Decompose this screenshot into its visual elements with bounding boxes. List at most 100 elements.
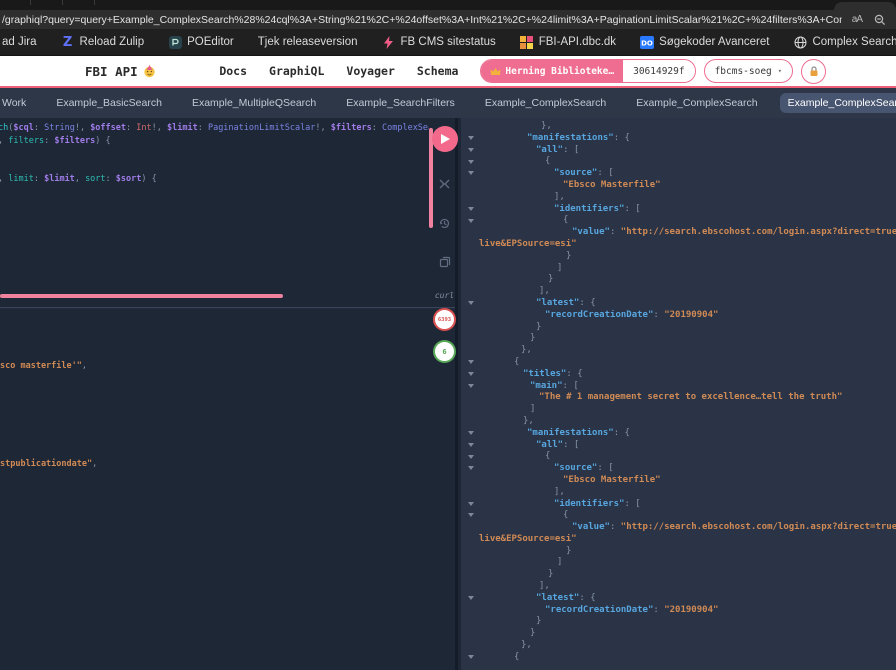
query-tab[interactable]: Work — [0, 93, 34, 113]
curl-label[interactable]: curl — [435, 291, 454, 300]
fold-caret-icon[interactable] — [468, 384, 474, 388]
query-tab[interactable]: Example_BasicSearch — [48, 93, 170, 113]
json-line: { — [461, 215, 896, 227]
json-line: ], — [461, 487, 896, 499]
bookmark-item[interactable]: Tjek releaseversion — [258, 36, 358, 48]
variables-line[interactable]: stpublicationdate", — [0, 459, 97, 469]
profile-pill[interactable]: Herning Biblioteke… 30614929f — [480, 59, 695, 83]
variables-editor[interactable]: sco masterfile'", stpublicationdate", — [0, 307, 429, 670]
bookmark-item[interactable]: POEditor — [168, 35, 234, 49]
fold-caret-icon[interactable] — [468, 502, 474, 506]
fold-caret-icon[interactable] — [468, 655, 474, 659]
nav-item-voyager[interactable]: Voyager — [346, 64, 416, 78]
lock-button[interactable] — [801, 59, 826, 84]
bookmark-item[interactable]: Complex Search do... — [793, 35, 896, 49]
editor-line[interactable]: , limit: $limit, sort: $sort) { — [0, 173, 429, 186]
bookmarks-bar: ad Jira Z Reload Zulip POEditor Tjek release… — [0, 29, 896, 56]
chevron-down-icon: ▾ — [778, 67, 782, 75]
bookmark-item[interactable]: FB CMS sitestatus — [382, 35, 496, 49]
json-line: }, — [461, 345, 896, 357]
browser-tab[interactable] — [834, 2, 896, 10]
json-line: "identifiers": [ — [461, 499, 896, 511]
fold-caret-icon[interactable] — [468, 513, 474, 517]
execute-button[interactable] — [432, 126, 458, 152]
fold-caret-icon[interactable] — [468, 136, 474, 140]
json-line: "recordCreationDate": "20190904" — [461, 605, 896, 617]
bookmark-label: Tjek releaseversion — [258, 36, 358, 48]
fold-caret-icon[interactable] — [468, 219, 474, 223]
json-line: } — [461, 322, 896, 334]
query-tab[interactable]: Example_ComplexSearch× — [780, 93, 896, 113]
json-line: { — [461, 156, 896, 168]
query-tab-label: Example_ComplexSearch — [636, 97, 757, 109]
app-header: FBI API DocsGraphiQLVoyagerSchema Hernin… — [0, 56, 896, 86]
json-line: { — [461, 652, 896, 664]
copy-icon[interactable] — [439, 255, 451, 269]
url-bar[interactable]: /graphiql?query=query+Example_ComplexSea… — [0, 10, 896, 29]
history-icon[interactable] — [438, 216, 451, 230]
fold-caret-icon[interactable] — [468, 596, 474, 600]
json-line: "Ebsco Masterfile" — [461, 180, 896, 192]
bookmark-item[interactable]: ad Jira — [2, 36, 37, 48]
fold-caret-icon[interactable] — [468, 443, 474, 447]
json-line: "value": "http://search.ebscohost.com/lo… — [461, 522, 896, 534]
svg-text:DO: DO — [641, 39, 653, 47]
fold-caret-icon[interactable] — [468, 207, 474, 211]
status-badge-green[interactable]: 6 — [433, 340, 456, 363]
json-line: ], — [461, 192, 896, 204]
fold-caret-icon[interactable] — [468, 455, 474, 459]
merge-icon[interactable] — [438, 177, 451, 191]
json-line: { — [461, 510, 896, 522]
nav-item-docs[interactable]: Docs — [219, 64, 269, 78]
query-tab[interactable]: Example_SearchFilters — [338, 93, 463, 113]
editor-line[interactable] — [0, 160, 429, 173]
json-line: } — [461, 274, 896, 286]
editor-toolbar: curl 6393 6 — [431, 126, 458, 363]
status-badge-red[interactable]: 6393 — [433, 308, 456, 331]
profile-name: Herning Biblioteke… — [505, 66, 614, 77]
results-json[interactable]: },"manifestations": {"all": [{"source": … — [461, 121, 896, 664]
fold-caret-icon[interactable] — [468, 148, 474, 152]
json-line: "Ebsco Masterfile" — [461, 475, 896, 487]
translate-icon[interactable]: aA — [852, 14, 862, 25]
main-area: ch($cql: String!, $offset: Int!, $limit:… — [0, 118, 896, 670]
fold-caret-icon[interactable] — [468, 466, 474, 470]
editor-line[interactable] — [0, 148, 429, 161]
json-line: ], — [461, 581, 896, 593]
nav-item-graphiql[interactable]: GraphiQL — [269, 64, 346, 78]
bookmark-label: POEditor — [187, 36, 234, 48]
variables-line[interactable]: sco masterfile'", — [0, 361, 87, 371]
bookmark-label: FBI-API.dbc.dk — [539, 36, 616, 48]
query-tab-label: Example_SearchFilters — [346, 97, 455, 109]
fold-caret-icon[interactable] — [468, 431, 474, 435]
fold-caret-icon[interactable] — [468, 160, 474, 164]
do-icon: DO — [640, 35, 654, 49]
editor-horizontal-scrollbar[interactable] — [0, 294, 283, 298]
bookmark-item[interactable]: DOSøgekoder Avanceret — [640, 35, 769, 49]
query-editor[interactable]: ch($cql: String!, $offset: Int!, $limit:… — [0, 122, 429, 186]
url-text[interactable]: /graphiql?query=query+Example_ComplexSea… — [0, 14, 842, 26]
json-line: ], — [461, 286, 896, 298]
query-tab[interactable]: Example_ComplexSearch — [628, 93, 765, 113]
profile-id[interactable]: 30614929f — [623, 60, 694, 82]
editor-line[interactable]: , filters: $filters) { — [0, 135, 429, 148]
json-line: }, — [461, 121, 896, 133]
fold-caret-icon[interactable] — [468, 372, 474, 376]
json-line: }, — [461, 416, 896, 428]
fold-caret-icon[interactable] — [468, 360, 474, 364]
bookmark-item[interactable]: Z Reload Zulip — [61, 35, 145, 49]
bookmark-item[interactable]: FBI-API.dbc.dk — [520, 35, 616, 49]
client-dropdown[interactable]: fbcms-soeg ▾ — [704, 59, 793, 83]
globe-icon — [793, 35, 807, 49]
bookmark-label: Reload Zulip — [80, 36, 145, 48]
editor-line[interactable]: ch($cql: String!, $offset: Int!, $limit:… — [0, 122, 429, 135]
app-logo[interactable]: FBI API — [85, 64, 156, 79]
fold-caret-icon[interactable] — [468, 301, 474, 305]
query-tab[interactable]: Example_ComplexSearch — [477, 93, 614, 113]
fold-caret-icon[interactable] — [468, 171, 474, 175]
zoom-out-icon[interactable] — [874, 14, 886, 26]
profile-agency[interactable]: Herning Biblioteke… — [481, 60, 623, 82]
query-tab[interactable]: Example_MultipleQSearch — [184, 93, 324, 113]
zulip-icon: Z — [61, 35, 75, 49]
nav-item-schema[interactable]: Schema — [417, 64, 481, 78]
